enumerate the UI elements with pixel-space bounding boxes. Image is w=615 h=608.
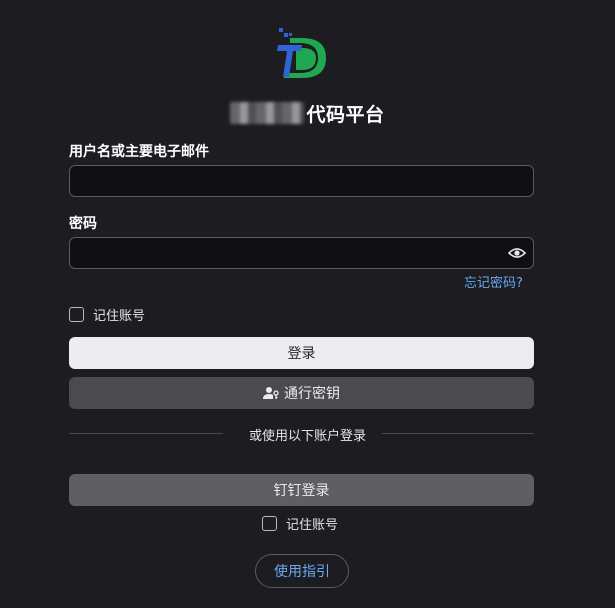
dingtalk-remember-checkbox[interactable]: [262, 516, 277, 531]
passkey-button[interactable]: 通行密钥: [69, 377, 534, 409]
redacted-org-name: [230, 102, 305, 124]
login-button-label: 登录: [287, 346, 316, 362]
password-label: 密码: [69, 216, 97, 232]
remember-checkbox[interactable]: [69, 307, 84, 322]
username-input[interactable]: [69, 165, 534, 197]
dingtalk-login-button[interactable]: 钉钉登录: [69, 474, 534, 506]
login-page: 代码平台 用户名或主要电子邮件 密码 忘记密码? 记住账号 登录 通行密钥 或使…: [0, 0, 615, 608]
dingtalk-button-label: 钉钉登录: [273, 483, 330, 499]
divider-right: [382, 433, 534, 434]
remember-row: 记住账号: [69, 305, 145, 324]
username-label: 用户名或主要电子邮件: [69, 144, 209, 160]
dingtalk-remember-label: 记住账号: [286, 518, 339, 533]
eye-icon[interactable]: [508, 245, 526, 261]
td-logo-icon: [277, 28, 326, 78]
passkey-button-label: 通行密钥: [284, 386, 340, 402]
user-guide-label: 使用指引: [274, 564, 330, 580]
user-key-icon: [263, 387, 279, 399]
title-text: 代码平台: [306, 103, 385, 126]
forgot-password-link[interactable]: 忘记密码?: [464, 272, 523, 291]
user-guide-button[interactable]: 使用指引: [255, 554, 349, 588]
login-button[interactable]: 登录: [69, 337, 534, 369]
remember-label: 记住账号: [93, 309, 146, 324]
alt-login-divider-text: 或使用以下账户登录: [248, 429, 366, 444]
password-input[interactable]: [69, 237, 534, 269]
page-title: 代码平台: [0, 100, 615, 126]
dingtalk-remember-row: 记住账号: [262, 514, 338, 533]
